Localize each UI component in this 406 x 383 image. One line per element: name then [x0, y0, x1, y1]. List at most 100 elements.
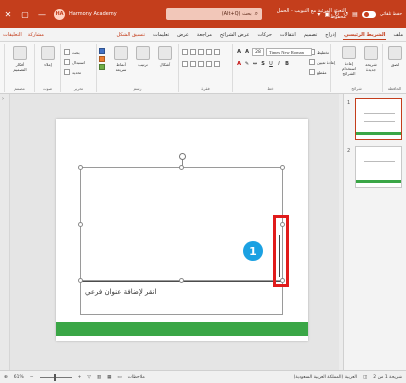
tab-design[interactable]: تصميم	[303, 31, 318, 39]
thumbnail-slide-1[interactable]	[355, 98, 402, 140]
tab-transitions[interactable]: انتقالات	[279, 31, 297, 39]
tab-view[interactable]: عرض	[176, 31, 190, 39]
reuse-slides-icon	[342, 46, 356, 59]
collapsed-pane[interactable]: ›	[0, 94, 10, 370]
accessibility-icon[interactable]: ◫	[363, 375, 367, 380]
shape-fill-icon[interactable]	[99, 48, 105, 54]
arrange-button[interactable]: ترتيب	[133, 46, 153, 76]
thumbnail-number: 1	[347, 100, 351, 106]
normal-view-icon[interactable]: ▭	[117, 375, 121, 380]
font-size-select[interactable]: 28	[252, 48, 264, 56]
dictate-button[interactable]: إملاء	[38, 46, 58, 76]
tab-insert[interactable]: إدراج	[324, 31, 337, 39]
clipboard-group: لصق الحافظة	[382, 44, 406, 92]
fit-slide-icon[interactable]: ⊕	[4, 375, 8, 380]
thumbnail-slide-2[interactable]	[355, 146, 402, 188]
redo-icon[interactable]: ↻	[334, 11, 339, 18]
bold-icon[interactable]: B	[284, 61, 290, 67]
callout-badge: 1	[243, 241, 263, 261]
resize-handle-top-right[interactable]	[280, 165, 285, 170]
tab-help[interactable]: تعليمات	[152, 31, 170, 39]
justify-icon[interactable]	[206, 61, 212, 67]
font-controls-row: A A 28 Times New Roman	[236, 48, 312, 56]
title-bar: ✕ ▢ — HA Harmony Academy ⌕ بحث (Alt+Q) ا…	[0, 0, 406, 28]
slide[interactable]: انقر لإضافة عنوان فرعي 1	[56, 119, 308, 341]
increase-indent-icon[interactable]	[206, 49, 212, 55]
reuse-slides-button[interactable]: إعادة استخدام الشرائح	[339, 46, 359, 76]
zoom-level[interactable]: 61%	[14, 375, 24, 380]
search-input[interactable]: ⌕ بحث (Alt+Q)	[166, 8, 262, 20]
char-spacing-icon[interactable]: ↔	[252, 61, 258, 67]
reset-button[interactable]: إعادة تعيين	[309, 58, 335, 66]
chevron-right-icon[interactable]: ›	[2, 96, 4, 102]
resize-handle-left[interactable]	[78, 222, 83, 227]
subtitle-placeholder-text[interactable]: انقر لإضافة عنوان فرعي	[85, 288, 156, 296]
minimize-icon[interactable]: —	[38, 10, 46, 19]
autosave-label: حفظ تلقائي	[379, 11, 402, 17]
autosave-toggle[interactable]	[361, 10, 376, 18]
zoom-slider[interactable]	[39, 374, 72, 381]
align-right-icon[interactable]	[198, 61, 204, 67]
align-center-icon[interactable]	[190, 61, 196, 67]
resize-handle-top[interactable]	[179, 165, 184, 170]
save-icon[interactable]: ▤	[352, 11, 358, 18]
tabs-list: ملف الشريط الرئيسي إدراج تصميم انتقالات …	[115, 28, 404, 42]
line-spacing-icon[interactable]	[214, 49, 220, 55]
avatar[interactable]: HA	[54, 8, 65, 20]
numbering-icon[interactable]	[190, 49, 196, 55]
shape-outline-icon[interactable]	[99, 56, 105, 62]
resize-handle-top-left[interactable]	[78, 165, 83, 170]
bullets-icon[interactable]	[182, 49, 188, 55]
title-placeholder[interactable]	[80, 167, 283, 281]
slideshow-view-icon[interactable]: ▽	[87, 375, 90, 380]
maximize-icon[interactable]: ▢	[21, 10, 29, 19]
language-indicator[interactable]: العربية (المملكة العربية السعودية)	[294, 375, 357, 380]
undo-icon[interactable]: ↺	[343, 11, 348, 18]
text-direction-icon[interactable]	[214, 61, 220, 67]
resize-handle-bottom-left[interactable]	[78, 278, 83, 283]
select-button[interactable]: تحديد	[64, 68, 81, 76]
subtitle-placeholder[interactable]: انقر لإضافة عنوان فرعي	[80, 281, 283, 315]
notes-button[interactable]: ملاحظات	[128, 375, 145, 380]
replace-button[interactable]: استبدال	[64, 58, 85, 66]
start-from-beginning-icon[interactable]: ▣	[324, 11, 330, 18]
find-button[interactable]: بحث	[64, 48, 80, 56]
tab-shape-format[interactable]: تنسيق الشكل	[115, 31, 146, 39]
tab-review[interactable]: مراجعة	[196, 31, 213, 39]
new-slide-button[interactable]: شريحة جديدة	[361, 46, 381, 76]
customize-qat-icon[interactable]: ▾	[317, 11, 320, 18]
font-name-select[interactable]: Times New Roman	[266, 48, 312, 56]
share-button[interactable]: مشاركة	[28, 32, 44, 38]
shadow-icon[interactable]: S	[260, 61, 266, 67]
rotate-handle[interactable]	[179, 153, 186, 160]
comments-button[interactable]: التعليقات	[3, 32, 22, 38]
shape-effects-icon[interactable]	[99, 64, 105, 70]
account-area[interactable]: HA Harmony Academy	[54, 0, 117, 28]
align-left-icon[interactable]	[182, 61, 188, 67]
highlight-icon[interactable]: ✎	[244, 61, 250, 67]
italic-icon[interactable]: I	[276, 61, 282, 67]
paste-button[interactable]: لصق	[385, 46, 405, 76]
tab-slideshow[interactable]: عرض الشرائح	[219, 31, 251, 39]
reading-view-icon[interactable]: ▥	[97, 375, 101, 380]
underline-icon[interactable]: U	[268, 61, 274, 67]
zoom-out-icon[interactable]: −	[30, 375, 34, 380]
tab-file[interactable]: ملف	[392, 31, 404, 39]
resize-handle-bottom[interactable]	[179, 278, 184, 283]
decrease-indent-icon[interactable]	[198, 49, 204, 55]
section-button[interactable]: مقطع	[309, 68, 327, 76]
design-ideas-button[interactable]: أفكار التصميم	[10, 46, 30, 76]
close-icon[interactable]: ✕	[4, 10, 12, 19]
zoom-in-icon[interactable]: +	[78, 375, 82, 380]
font-color-icon[interactable]: A	[236, 61, 242, 67]
sorter-view-icon[interactable]: ▦	[107, 375, 111, 380]
shapes-button[interactable]: أشكال	[155, 46, 175, 76]
zoom-slider-thumb[interactable]	[53, 374, 56, 381]
grow-font-icon[interactable]: A	[236, 49, 242, 55]
quick-styles-button[interactable]: أنماط سريعة	[111, 46, 131, 76]
find-icon	[64, 49, 70, 55]
tab-animations[interactable]: حركات	[256, 31, 272, 39]
slide-canvas[interactable]: انقر لإضافة عنوان فرعي 1	[10, 94, 343, 370]
shrink-font-icon[interactable]: A	[244, 49, 250, 55]
tab-home[interactable]: الشريط الرئيسي	[342, 31, 387, 40]
